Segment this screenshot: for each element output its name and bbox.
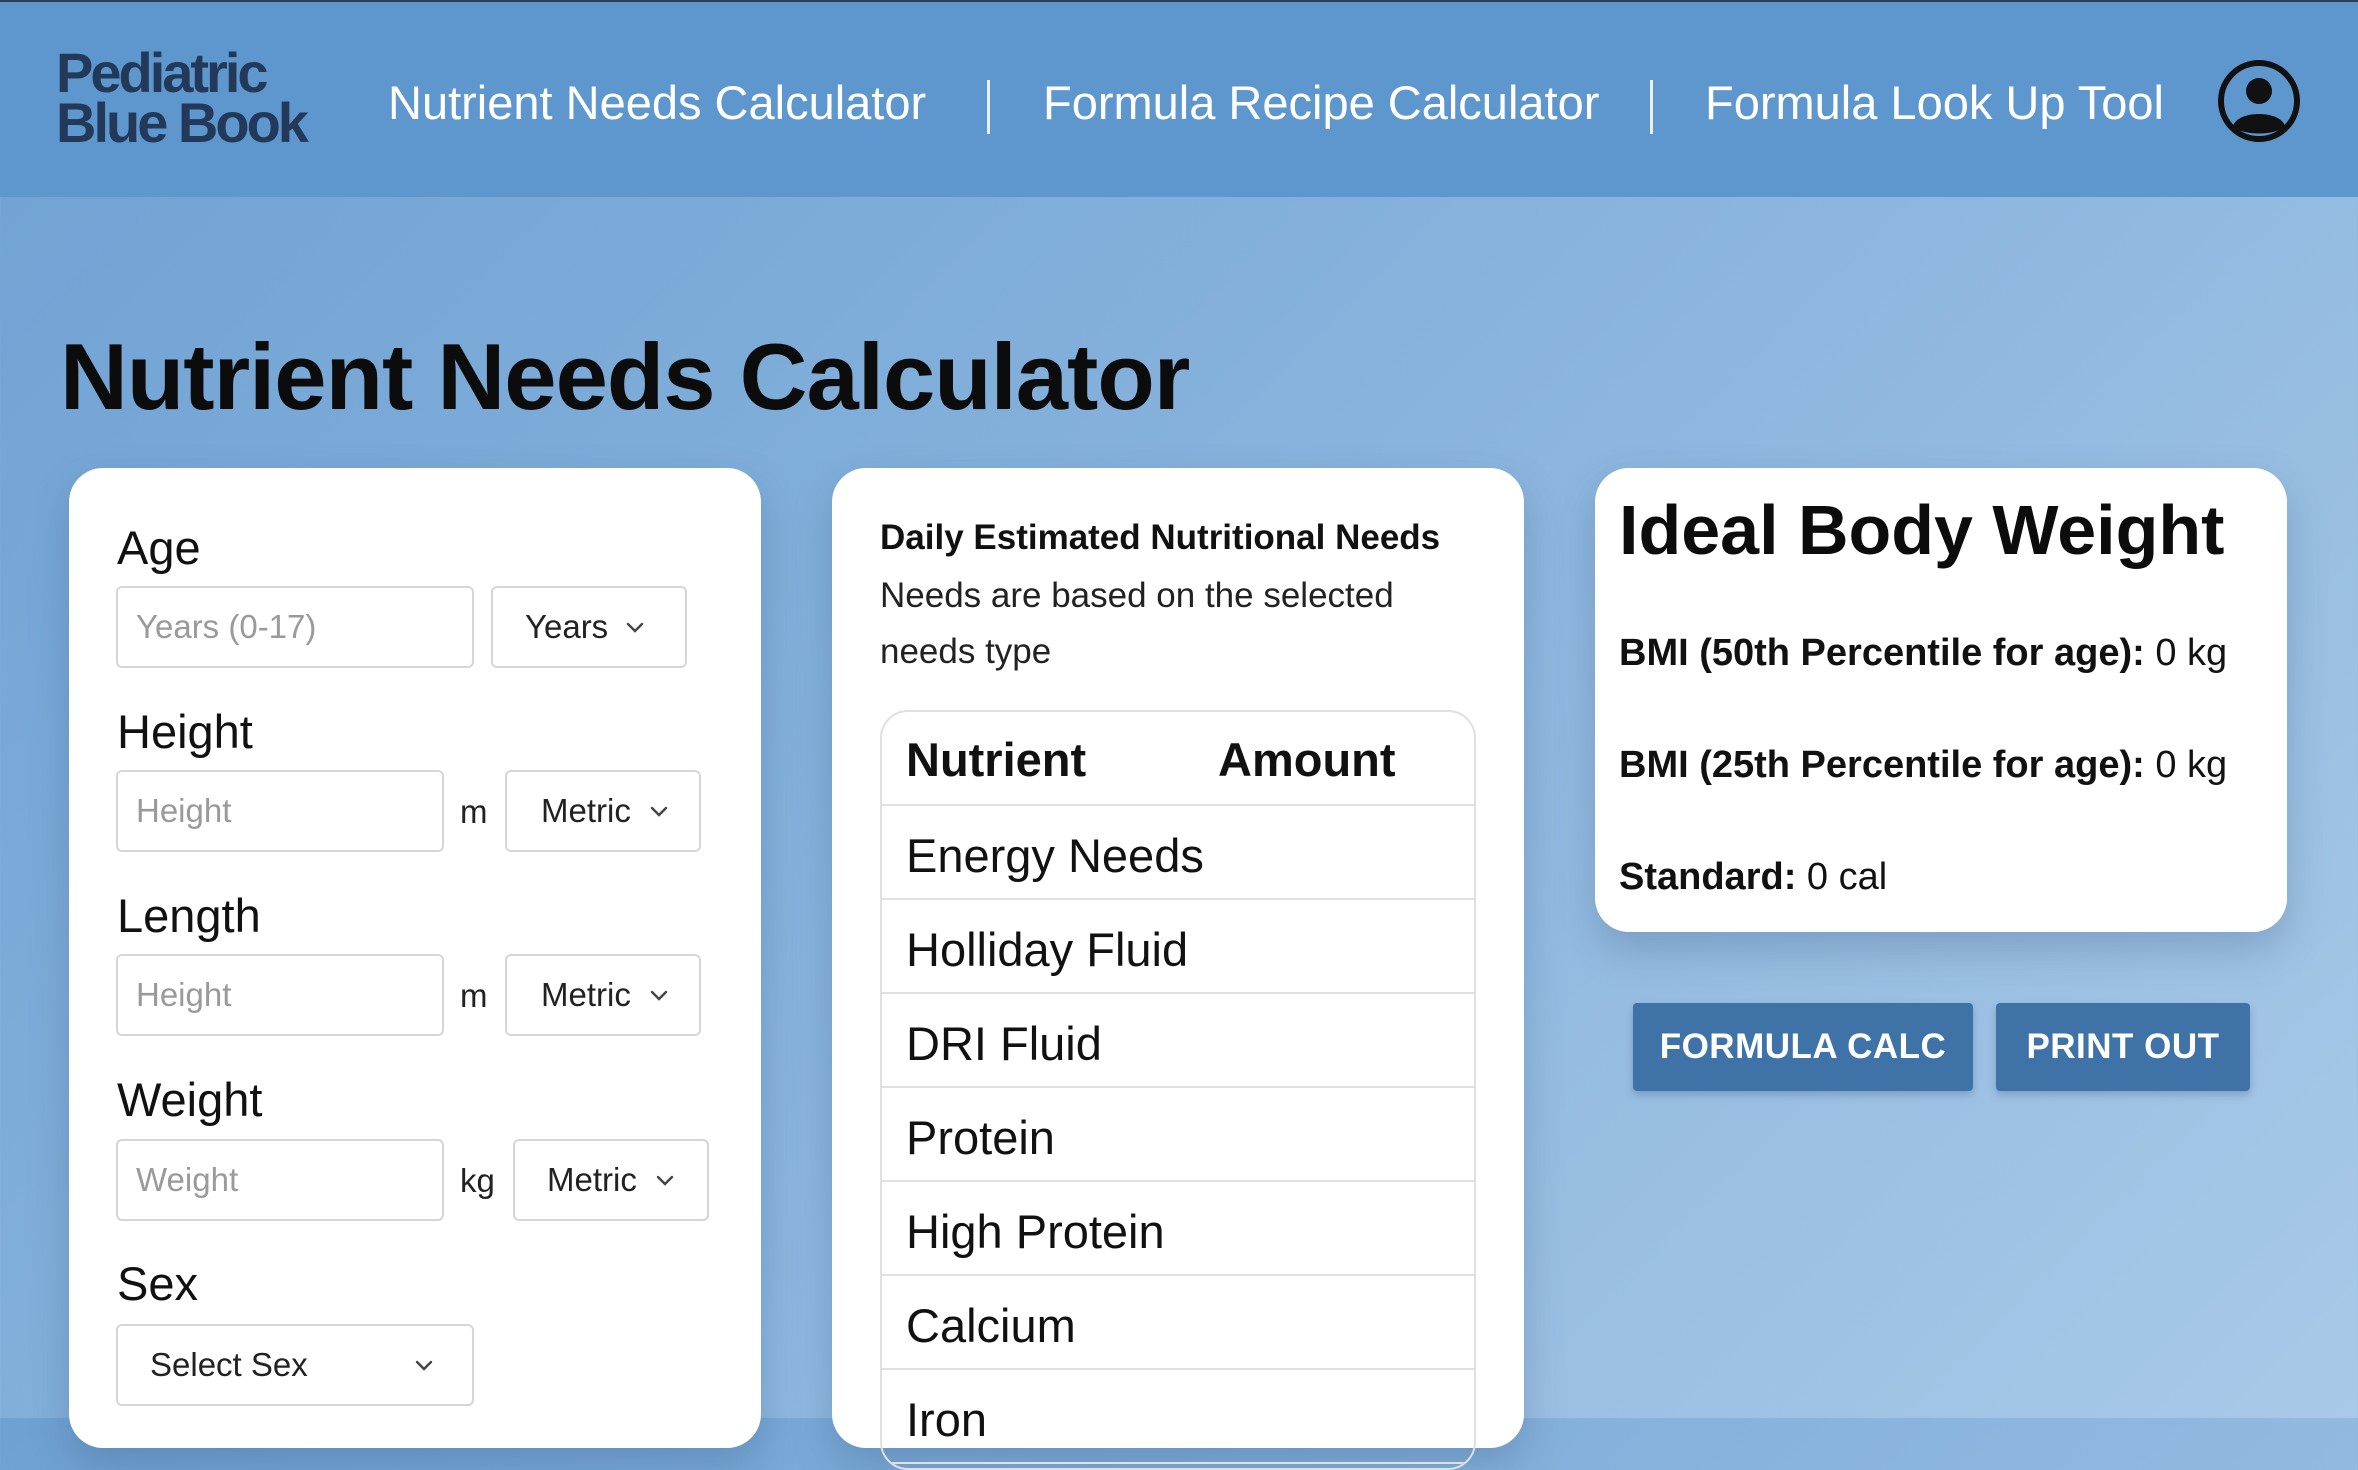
nav-nutrient-needs-calculator[interactable]: Nutrient Needs Calculator — [388, 74, 926, 132]
chevron-down-icon — [656, 1175, 674, 1186]
table-row: Iron — [882, 1370, 1474, 1464]
age-unit-select[interactable]: Years — [491, 586, 687, 668]
logo-line-2-suffix: k — [277, 91, 309, 154]
formula-calc-button[interactable]: FORMULA CALC — [1633, 1003, 1973, 1091]
weight-system-select[interactable]: Metric — [513, 1139, 709, 1221]
logo-line-2-prefix: Blue B — [56, 91, 218, 154]
height-system-select-value: Metric — [541, 792, 631, 829]
nutrient-name: Holliday Fluid — [906, 923, 1189, 976]
bmi-25th-label: BMI (25th Percentile for age): — [1619, 744, 2145, 786]
standard-row: Standard: 0 cal — [1619, 856, 1887, 899]
nutritional-needs-card: Daily Estimated Nutritional Needs Needs … — [832, 468, 1524, 1470]
length-unit-label: m — [460, 977, 488, 1014]
nutrient-name: DRI Fluid — [906, 1017, 1102, 1070]
length-system-select-value: Metric — [541, 976, 631, 1013]
ibw-title: Ideal Body Weight — [1619, 491, 2225, 569]
standard-value: 0 cal — [1806, 856, 1888, 898]
age-label: Age — [117, 521, 201, 574]
nutrient-name: High Protein — [906, 1205, 1165, 1258]
table-header: Nutrient Amount — [882, 712, 1474, 806]
bmi-50th-label: BMI (50th Percentile for age): — [1619, 632, 2145, 674]
table-row: Calcium — [882, 1276, 1474, 1370]
table-row: Holliday Fluid — [882, 900, 1474, 994]
chevron-down-icon — [650, 806, 668, 817]
bmi-50th-row: BMI (50th Percentile for age): 0 kg — [1619, 632, 2227, 675]
length-system-select[interactable]: Metric — [505, 954, 701, 1036]
needs-title: Daily Estimated Nutritional Needs — [880, 518, 1441, 557]
table-row: Energy Needs — [882, 806, 1474, 900]
sex-select-value: Select Sex — [150, 1346, 308, 1383]
weight-input[interactable]: Weight — [116, 1139, 444, 1221]
nutrient-name: Iron — [906, 1393, 987, 1446]
weight-label: Weight — [117, 1073, 263, 1126]
patient-input-card: Age Years (0-17) Years Height Height m M… — [69, 468, 761, 1448]
column-header-amount: Amount — [1218, 733, 1396, 786]
nutrient-name: Calcium — [906, 1299, 1076, 1352]
table-row: High Protein — [882, 1182, 1474, 1276]
nav-formula-recipe-calculator[interactable]: Formula Recipe Calculator — [1043, 74, 1599, 132]
page-title: Nutrient Needs Calculator — [60, 324, 1190, 429]
table-row: DRI Fluid — [882, 994, 1474, 1088]
nutrient-name: Protein — [906, 1111, 1055, 1164]
length-label: Length — [117, 889, 261, 942]
chevron-down-icon — [626, 622, 644, 633]
nutrient-table: Nutrient Amount Energy Needs Holliday Fl… — [880, 710, 1476, 1470]
logo-oo: oo — [215, 91, 280, 154]
bmi-25th-value: 0 kg — [2155, 744, 2228, 786]
user-account-icon[interactable] — [2218, 60, 2300, 142]
pediatric-blue-book-logo[interactable]: Pediatric Blue Book — [56, 45, 330, 154]
needs-subtitle: Needs are based on the selected needs ty… — [880, 576, 1394, 671]
bmi-25th-row: BMI (25th Percentile for age): 0 kg — [1619, 744, 2227, 787]
height-input[interactable]: Height — [116, 770, 444, 852]
standard-label: Standard: — [1619, 856, 1797, 898]
top-navigation-bar: Pediatric Blue Book Nutrient Needs Calcu… — [0, 0, 2358, 197]
height-label: Height — [117, 705, 253, 758]
sex-select[interactable]: Select Sex — [116, 1324, 474, 1406]
bmi-50th-value: 0 kg — [2155, 632, 2228, 674]
column-header-nutrient: Nutrient — [906, 733, 1087, 786]
chevron-down-icon — [415, 1360, 433, 1371]
age-input[interactable]: Years (0-17) — [116, 586, 474, 668]
weight-unit-label: kg — [460, 1162, 495, 1199]
height-unit-label: m — [460, 793, 488, 830]
logo-line-2: Blue Book — [56, 91, 330, 154]
nav-separator — [987, 80, 990, 134]
length-input[interactable]: Height — [116, 954, 444, 1036]
ideal-body-weight-card: Ideal Body Weight BMI (50th Percentile f… — [1595, 468, 2287, 932]
age-unit-select-value: Years — [525, 608, 609, 645]
nav-separator — [1650, 80, 1653, 134]
table-row: Protein — [882, 1088, 1474, 1182]
nutrient-name: Energy Needs — [906, 829, 1204, 882]
sex-label: Sex — [117, 1257, 198, 1310]
weight-system-select-value: Metric — [547, 1161, 637, 1198]
chevron-down-icon — [650, 990, 668, 1001]
height-system-select[interactable]: Metric — [505, 770, 701, 852]
print-out-button[interactable]: PRINT OUT — [1996, 1003, 2250, 1091]
nav-formula-look-up-tool[interactable]: Formula Look Up Tool — [1705, 74, 2164, 132]
